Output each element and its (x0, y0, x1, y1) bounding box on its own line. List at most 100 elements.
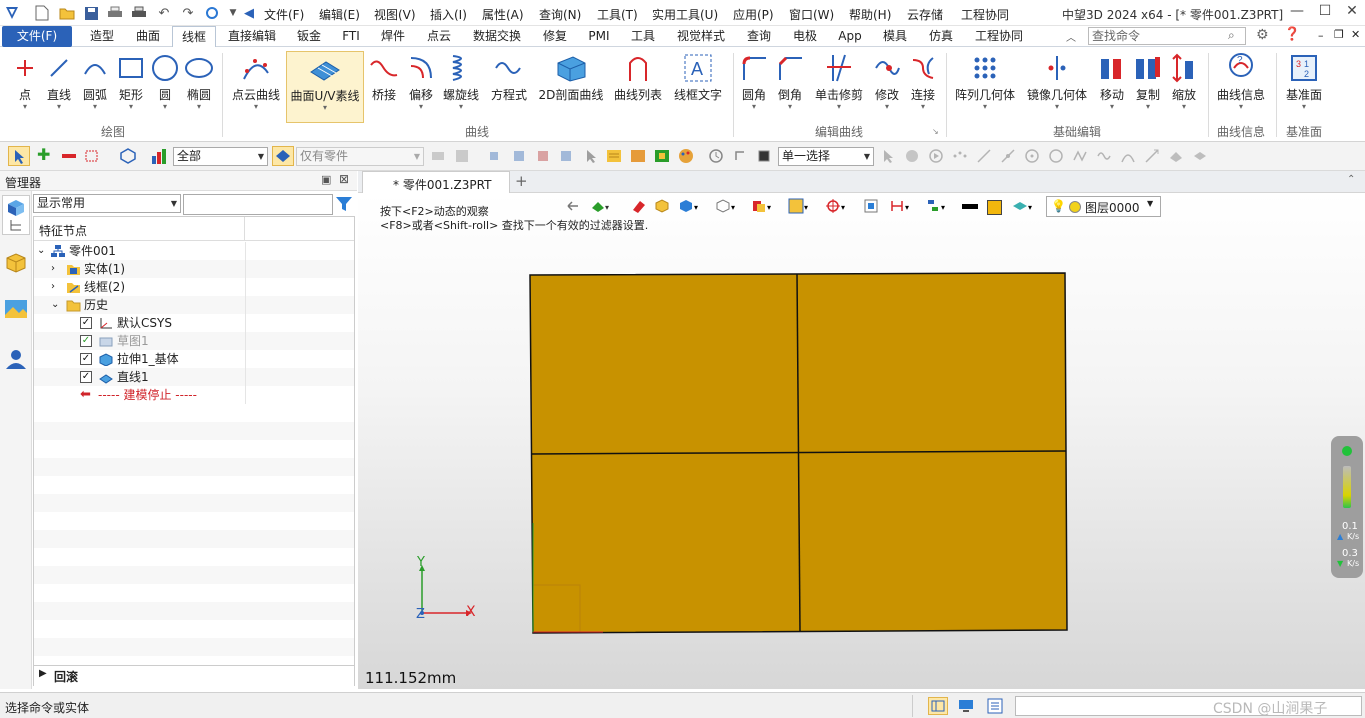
new-tab-icon[interactable]: + (515, 172, 528, 190)
expand-chevron-icon[interactable]: › (51, 260, 55, 278)
tab-collab[interactable]: 工程协同 (966, 26, 1032, 47)
2d-section-curve-button[interactable]: 2D剖面曲线 (536, 51, 606, 123)
tab-weldment[interactable]: 焊件 (372, 26, 414, 47)
palette-icon[interactable] (678, 148, 694, 164)
collapse-chevron-icon[interactable]: ⌄ (51, 296, 59, 314)
ribbon-collapse-icon[interactable]: ︿ (1066, 29, 1076, 44)
tab-fti[interactable]: FTI (334, 26, 368, 47)
menu-file[interactable]: 文件(F) (264, 6, 304, 23)
tree-row-line[interactable]: ✓ 直线1 (34, 368, 354, 386)
app-logo-icon[interactable] (3, 4, 21, 22)
rectangle-button[interactable]: 矩形 ▾ (114, 51, 148, 123)
part-only-dropdown[interactable]: 仅有零件 ▼ (296, 147, 424, 166)
3d-viewport[interactable]: 按下<F2>动态的观察 <F8>或者<Shift-roll> 查找下一个有效的过… (358, 193, 1365, 689)
display-mode-dropdown[interactable]: 显示常用 ▼ (33, 194, 181, 213)
minimize-button[interactable]: — (1286, 3, 1308, 23)
open-folder-icon[interactable] (58, 4, 76, 22)
menu-edit[interactable]: 编辑(E) (319, 6, 360, 23)
tab-pmi[interactable]: PMI (580, 26, 618, 47)
snap-icon-c[interactable] (928, 148, 944, 164)
tab-mold[interactable]: 模具 (874, 26, 916, 47)
tab-wireframe[interactable]: 线框 (172, 26, 216, 48)
doc-restore-button[interactable]: ❐ (1334, 28, 1344, 41)
render-icon[interactable] (654, 148, 670, 164)
document-list-icon[interactable] (986, 698, 1004, 717)
tree-row-stop-marker[interactable]: ⬅ ----- 建模停止 ----- (34, 386, 354, 404)
print-preview-icon[interactable] (130, 4, 148, 22)
snap-icon-h[interactable] (1048, 148, 1064, 164)
history-manager-tab[interactable] (2, 195, 30, 235)
menu-insert[interactable]: 插入(I) (430, 6, 467, 23)
mirror-geometry-button[interactable]: 镜像几何体 ▾ (1024, 51, 1090, 123)
visibility-checkbox[interactable]: ✓ (80, 353, 92, 365)
visibility-checkbox[interactable]: ✓ (80, 371, 92, 383)
surface-uv-curve-button[interactable]: 曲面U/V素线 ▾ (286, 51, 364, 123)
point-cloud-curve-button[interactable]: 点云曲线 ▾ (228, 51, 284, 123)
visibility-checkbox[interactable]: ✓ (80, 335, 92, 347)
tab-file[interactable]: 文件(F) (2, 26, 72, 47)
chamfer-button[interactable]: 倒角 ▾ (774, 51, 806, 123)
menu-help[interactable]: 帮助(H) (849, 6, 891, 23)
selection-mode-dropdown[interactable]: 单一选择 ▼ (778, 147, 874, 166)
layout-toggle-icon[interactable] (928, 697, 948, 715)
gear-icon[interactable]: ⚙ (1256, 27, 1269, 43)
modify-button[interactable]: 修改 ▾ (870, 51, 904, 123)
tab-simulation[interactable]: 仿真 (920, 26, 962, 47)
tool-icon-b[interactable] (454, 148, 470, 164)
user-manager-tab[interactable] (4, 347, 28, 374)
fillet-button[interactable]: 圆角 ▾ (738, 51, 770, 123)
connect-button[interactable]: 连接 ▾ (906, 51, 940, 123)
snap-icon-e[interactable] (976, 148, 992, 164)
search-icon[interactable]: ⌕ (1228, 28, 1235, 43)
snap-icon-f[interactable] (1000, 148, 1016, 164)
stop-icon[interactable] (756, 148, 772, 164)
monitor-icon[interactable] (957, 698, 975, 717)
menu-inquire[interactable]: 查询(N) (539, 6, 581, 23)
part-filter-icon[interactable] (272, 146, 294, 166)
menu-window[interactable]: 窗口(W) (789, 6, 834, 23)
rollback-icon[interactable] (732, 148, 748, 164)
arrow-left-icon[interactable]: ◀ (240, 4, 258, 22)
pattern-geometry-button[interactable]: 阵列几何体 ▾ (952, 51, 1018, 123)
filter-funnel-icon[interactable] (335, 195, 353, 216)
equation-button[interactable]: 方程式 (486, 51, 532, 123)
point-button[interactable]: 点 ▾ (10, 51, 40, 123)
tree-row-extrude[interactable]: ✓ 拉伸1_基体 (34, 350, 354, 368)
group-expand-icon[interactable]: ↘ (932, 127, 939, 136)
snap-icon-i[interactable] (1072, 148, 1088, 164)
shape-select-icon[interactable] (535, 148, 551, 164)
filter-chart-icon[interactable] (151, 148, 167, 164)
document-tab[interactable]: * 零件001.Z3PRT (362, 171, 510, 193)
menu-utilities[interactable]: 实用工具(U) (652, 6, 718, 23)
history-icon[interactable] (708, 148, 724, 164)
panel-close-icon[interactable]: ⊠ (339, 172, 349, 186)
select-arrow-icon[interactable] (8, 146, 30, 166)
wireframe-text-button[interactable]: A 线框文字 (670, 51, 726, 123)
snap-icon-b[interactable] (904, 148, 920, 164)
rollback-bar[interactable]: ▶ 回滚 (34, 665, 354, 686)
print-icon[interactable] (106, 4, 124, 22)
model-geometry[interactable] (358, 193, 1365, 689)
curve-list-button[interactable]: 曲线列表 (610, 51, 666, 123)
undo-icon[interactable]: ↶ (155, 4, 173, 22)
tab-surface[interactable]: 曲面 (127, 26, 169, 47)
tab-query[interactable]: 查询 (738, 26, 780, 47)
curve-info-button[interactable]: ? 曲线信息 ▾ (1212, 51, 1270, 123)
circle-button[interactable]: 圆 ▾ (150, 51, 180, 123)
doc-close-button[interactable]: ✕ (1351, 28, 1360, 41)
line-button[interactable]: 直线 ▾ (42, 51, 76, 123)
tree-filter-input[interactable] (183, 194, 333, 215)
tool-icon-a[interactable] (430, 148, 446, 164)
tree-row-part[interactable]: ⌄ 零件001 (34, 242, 354, 260)
remove-icon[interactable] (61, 148, 77, 164)
view-manager-tab[interactable] (4, 297, 28, 324)
tab-tools[interactable]: 工具 (622, 26, 664, 47)
single-trim-button[interactable]: 单击修剪 ▾ (810, 51, 868, 123)
tree-row-history[interactable]: ⌄ 历史 (34, 296, 354, 314)
tree-row-solid[interactable]: › 实体(1) (34, 260, 354, 278)
pointer-icon[interactable] (583, 148, 599, 164)
doc-minimize-button[interactable]: – (1318, 29, 1324, 42)
tab-app[interactable]: App (830, 26, 870, 47)
redo-icon[interactable]: ↷ (179, 4, 197, 22)
tab-repair[interactable]: 修复 (534, 26, 576, 47)
